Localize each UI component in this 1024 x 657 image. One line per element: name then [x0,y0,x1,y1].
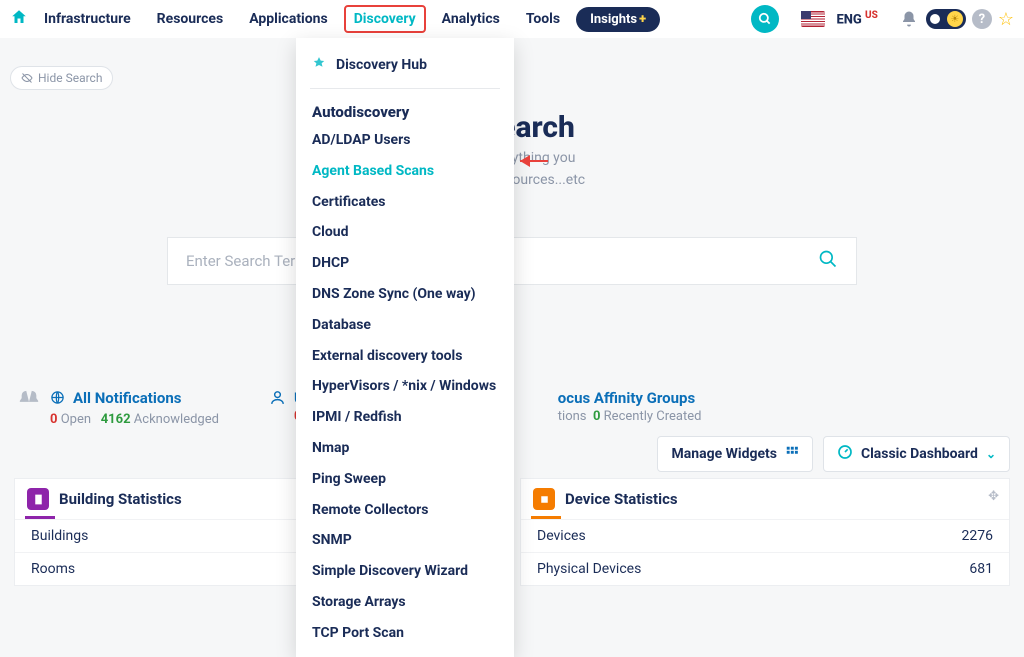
table-row[interactable]: Devices2276 [521,519,1009,552]
dropdown-item[interactable]: TCP Port Scan [296,618,514,649]
dropdown-item[interactable]: IPMI / Redfish [296,402,514,433]
dropdown-item[interactable]: Simple Discovery Wizard [296,556,514,587]
nav-applications[interactable]: Applications [239,5,338,33]
globe-icon [50,389,65,410]
dropdown-item[interactable]: Cloud [296,217,514,248]
home-icon[interactable] [10,8,28,31]
star-icon[interactable]: ☆ [998,9,1014,30]
annotation-arrow [520,155,530,167]
user-icon [269,389,286,411]
dropdown-item[interactable]: SNMP [296,525,514,556]
grid-icon [785,445,799,463]
bell-icon[interactable] [898,8,920,30]
chevron-down-icon: ⌄ [986,447,996,461]
stat-focus-groups[interactable]: ocus Affinity Groups tions 0 Recently Cr… [558,388,702,427]
help-icon[interactable]: ? [972,9,992,29]
manage-widgets-button[interactable]: Manage Widgets [657,436,812,472]
dropdown-hub[interactable]: Discovery Hub [296,50,514,88]
dropdown-item[interactable]: Remote Collectors [296,495,514,526]
dropdown-item[interactable]: Agent Based Scans [296,156,514,187]
classic-dashboard-button[interactable]: Classic Dashboard ⌄ [823,436,1010,472]
dropdown-item[interactable]: Storage Arrays [296,587,514,618]
stat-notifications[interactable]: All Notifications 0 Open 4162 Acknowledg… [16,388,219,427]
nav-insights[interactable]: Insights+ [576,7,660,32]
dropdown-item[interactable]: Nmap [296,433,514,464]
dropdown-item[interactable]: HyperVisors / *nix / Windows [296,371,514,402]
dropdown-item[interactable]: External discovery tools [296,341,514,372]
discovery-dropdown: Discovery Hub Autodiscovery AD/LDAP User… [296,38,514,657]
move-icon[interactable]: ✥ [988,489,999,504]
dropdown-item[interactable]: Database [296,310,514,341]
dropdown-item[interactable]: DHCP [296,248,514,279]
hub-icon [312,56,326,74]
dropdown-item[interactable]: Ping Sweep [296,464,514,495]
table-row[interactable]: Physical Devices681 [521,552,1009,585]
dropdown-item[interactable]: AD/LDAP Users [296,125,514,156]
global-search-icon[interactable] [751,5,779,33]
language-selector[interactable]: ENG US [836,10,877,27]
top-nav: Infrastructure Resources Applications Di… [0,0,1024,38]
hide-search-button[interactable]: Hide Search [10,66,113,90]
nav-discovery[interactable]: Discovery [344,5,426,33]
bells-icon [16,389,42,416]
dropdown-item[interactable]: DNS Zone Sync (One way) [296,279,514,310]
dropdown-item[interactable]: Certificates [296,187,514,218]
search-submit-icon[interactable] [818,249,838,274]
sun-icon: ☀ [947,11,963,27]
nav-tools[interactable]: Tools [516,5,570,33]
widget-device-statistics: Device Statistics ✥ Devices2276 Physical… [520,478,1010,586]
nav-infrastructure[interactable]: Infrastructure [34,5,141,33]
flag-icon [801,11,825,27]
widget-actions: Manage Widgets Classic Dashboard ⌄ [657,436,1010,472]
building-icon [27,488,49,510]
chip-icon [533,488,555,510]
theme-toggle[interactable]: ☀ [926,9,966,29]
dropdown-section-header: Autodiscovery [296,97,514,125]
gauge-icon [837,444,853,464]
nav-resources[interactable]: Resources [147,5,234,33]
nav-analytics[interactable]: Analytics [432,5,510,33]
